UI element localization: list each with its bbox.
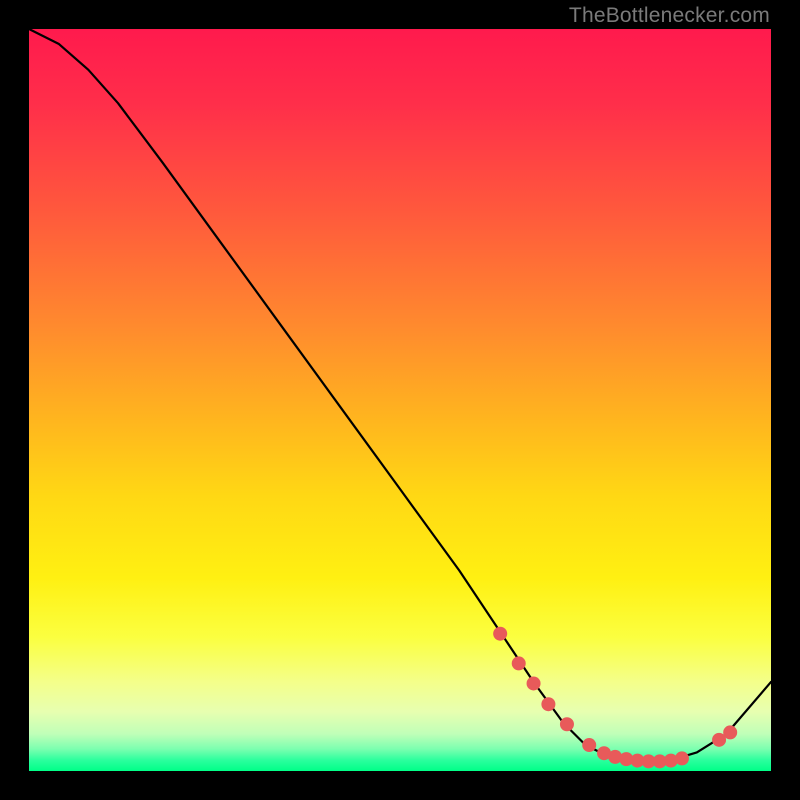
- highlight-dot: [582, 738, 596, 752]
- highlight-dot: [723, 725, 737, 739]
- highlight-dot: [675, 751, 689, 765]
- highlight-dots-group: [493, 627, 737, 769]
- highlight-dot: [493, 627, 507, 641]
- chart-frame: TheBottlenecker.com: [0, 0, 800, 800]
- highlight-dot: [512, 656, 526, 670]
- highlight-dot: [560, 717, 574, 731]
- curve-svg: [29, 29, 771, 771]
- bottleneck-curve: [29, 29, 771, 761]
- plot-area: [29, 29, 771, 771]
- watermark-text: TheBottlenecker.com: [569, 4, 770, 28]
- highlight-dot: [541, 697, 555, 711]
- highlight-dot: [527, 676, 541, 690]
